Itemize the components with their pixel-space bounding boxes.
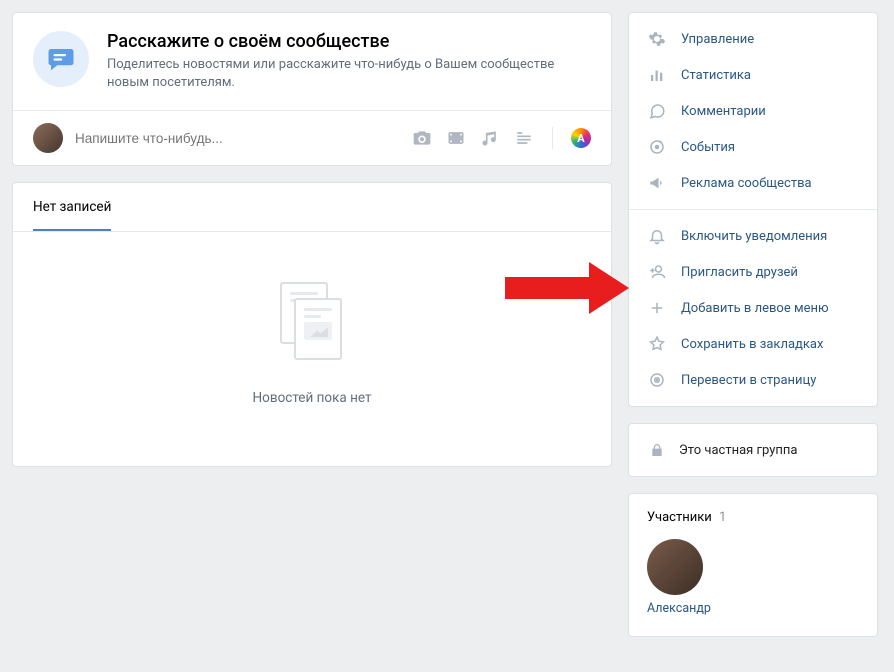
members-box: Участники 1 Александр xyxy=(628,493,878,637)
private-group-box: Это частная группа xyxy=(628,423,878,477)
member-item[interactable]: Александр xyxy=(647,539,711,616)
sidebar-item-label: Сохранить в закладках xyxy=(681,337,823,352)
compose-divider xyxy=(552,127,553,149)
sidebar-item-label: Перевести в страницу xyxy=(681,373,816,388)
compose-input[interactable] xyxy=(75,131,400,146)
intro-subtitle: Поделитесь новостями или расскажите что-… xyxy=(107,56,591,92)
events-icon xyxy=(647,137,667,157)
intro-card: Расскажите о своём сообществе Поделитесь… xyxy=(12,12,612,166)
lock-icon xyxy=(647,440,667,460)
sidebar-item-comments[interactable]: Комментарии xyxy=(629,93,877,129)
add-user-icon xyxy=(647,262,667,282)
sidebar-action-leftmenu[interactable]: Добавить в левое меню xyxy=(629,290,877,326)
sidebar-action-convert[interactable]: Перевести в страницу xyxy=(629,362,877,398)
empty-block: Новостей пока нет xyxy=(13,232,611,466)
sidebar-item-manage[interactable]: Управление xyxy=(629,21,877,57)
sidebar-item-label: Статистика xyxy=(681,68,751,83)
member-name: Александр xyxy=(647,601,711,616)
members-count: 1 xyxy=(719,510,726,525)
music-icon[interactable] xyxy=(480,128,500,148)
intro-title: Расскажите о своём сообществе xyxy=(107,31,591,52)
sidebar-menu: Управление Статистика Комментарии Событи… xyxy=(628,12,878,407)
stats-icon xyxy=(647,65,667,85)
tabs-row: Нет записей xyxy=(13,183,611,232)
bell-icon xyxy=(647,226,667,246)
tab-no-posts[interactable]: Нет записей xyxy=(33,183,111,231)
sidebar-action-bookmark[interactable]: Сохранить в закладках xyxy=(629,326,877,362)
empty-text: Новостей пока нет xyxy=(33,390,591,406)
sidebar-item-ads[interactable]: Реклама сообщества xyxy=(629,165,877,201)
poster-icon[interactable]: A xyxy=(571,128,591,148)
megaphone-icon xyxy=(647,173,667,193)
article-icon[interactable] xyxy=(514,128,534,148)
sidebar-item-label: Реклама сообщества xyxy=(681,176,812,191)
empty-illustration xyxy=(272,282,352,372)
members-title: Участники xyxy=(647,510,712,525)
plus-icon xyxy=(647,298,667,318)
wall-card: Нет записей Новостей пока нет xyxy=(12,182,612,467)
gear-icon xyxy=(647,29,667,49)
sidebar-item-label: Пригласить друзей xyxy=(681,265,798,280)
video-icon[interactable] xyxy=(446,128,466,148)
sidebar-action-notifications[interactable]: Включить уведомления xyxy=(629,218,877,254)
sidebar-item-label: Добавить в левое меню xyxy=(681,301,829,316)
compose-avatar[interactable] xyxy=(33,123,63,153)
sidebar-item-events[interactable]: События xyxy=(629,129,877,165)
member-avatar xyxy=(647,539,703,595)
compose-row: A xyxy=(13,110,611,165)
sidebar-item-stats[interactable]: Статистика xyxy=(629,57,877,93)
sidebar-item-label: Управление xyxy=(681,32,754,47)
sidebar-item-label: События xyxy=(681,140,735,155)
star-icon xyxy=(647,334,667,354)
sidebar-item-label: Включить уведомления xyxy=(681,229,827,244)
comment-icon xyxy=(647,101,667,121)
sidebar-separator xyxy=(629,209,877,210)
camera-icon[interactable] xyxy=(412,128,432,148)
members-header[interactable]: Участники 1 xyxy=(647,510,859,525)
convert-icon xyxy=(647,370,667,390)
sidebar-item-label: Комментарии xyxy=(681,104,766,119)
private-text: Это частная группа xyxy=(679,443,797,458)
intro-chat-icon xyxy=(33,31,89,87)
sidebar-action-invite[interactable]: Пригласить друзей xyxy=(629,254,877,290)
